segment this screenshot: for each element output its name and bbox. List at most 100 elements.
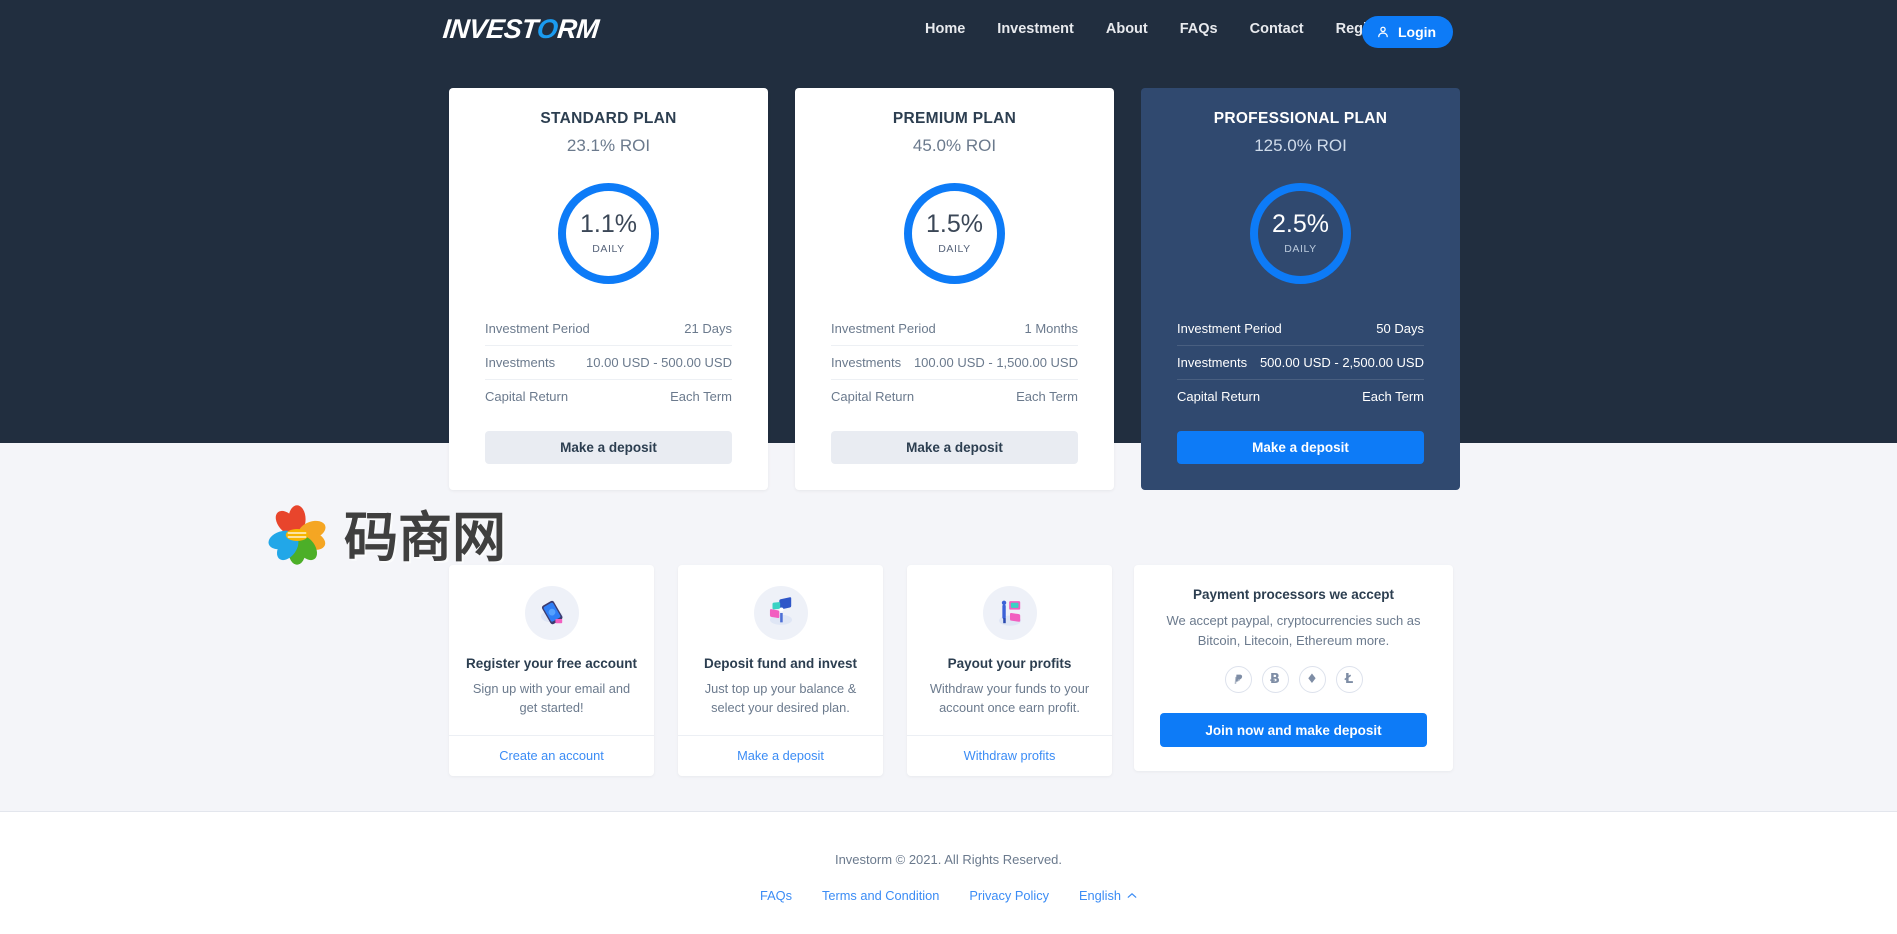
payments-card: Payment processors we accept We accept p… bbox=[1134, 565, 1453, 771]
nav-item-contact[interactable]: Contact bbox=[1250, 21, 1304, 37]
plan-detail-row: Investment Period 1 Months bbox=[831, 312, 1078, 346]
user-icon bbox=[1376, 25, 1390, 39]
gauge-label: DAILY bbox=[1284, 243, 1317, 255]
litecoin-icon[interactable]: Ł bbox=[1335, 666, 1363, 693]
plan-details: Investment Period 21 Days Investments 10… bbox=[449, 312, 768, 413]
feature-link-wrap: Make a deposit bbox=[678, 735, 883, 776]
row-label: Capital Return bbox=[1177, 389, 1261, 404]
plan-name: PREMIUM PLAN bbox=[892, 110, 1017, 127]
plan-details: Investment Period 50 Days Investments 50… bbox=[1141, 312, 1460, 413]
bitcoin-glyph: Ƀ bbox=[1270, 672, 1280, 687]
feature-card-payout: Payout your profits Withdraw your funds … bbox=[907, 565, 1112, 777]
feature-desc: Sign up with your email and get started! bbox=[472, 681, 631, 716]
footer-link-terms[interactable]: Terms and Condition bbox=[822, 888, 939, 903]
feature-title: Deposit fund and invest bbox=[703, 656, 857, 671]
nav-item-about[interactable]: About bbox=[1106, 21, 1148, 37]
row-label: Investments bbox=[485, 355, 556, 370]
plan-card-premium: PREMIUM PLAN 45.0% ROI 1.5% DAILY Invest… bbox=[795, 88, 1114, 490]
deposit-illustration-icon bbox=[753, 586, 808, 640]
login-button-label: Login bbox=[1398, 24, 1437, 40]
withdraw-profits-link[interactable]: Withdraw profits bbox=[964, 748, 1056, 763]
daily-rate-gauge: 1.1% DAILY bbox=[558, 183, 659, 284]
gauge-wrap: 1.1% DAILY bbox=[449, 183, 768, 284]
watermark-text: 码商网 bbox=[344, 505, 506, 569]
brand-text-a: INVEST bbox=[441, 14, 539, 44]
plan-details: Investment Period 1 Months Investments 1… bbox=[795, 312, 1114, 413]
litecoin-glyph: Ł bbox=[1344, 672, 1354, 687]
daily-rate-gauge: 2.5% DAILY bbox=[1250, 183, 1351, 284]
payment-icons: Ƀ ♦ Ł bbox=[1224, 666, 1363, 693]
bitcoin-icon[interactable]: Ƀ bbox=[1261, 666, 1289, 693]
page-root: INVESTORM Home Investment About FAQs Con… bbox=[0, 0, 1897, 934]
feature-title: Register your free account bbox=[465, 656, 638, 671]
brand-logo[interactable]: INVESTORM bbox=[441, 14, 600, 45]
gauge-wrap: 2.5% DAILY bbox=[1141, 183, 1460, 284]
plan-roi: 125.0% ROI bbox=[1254, 136, 1347, 155]
create-account-link[interactable]: Create an account bbox=[499, 748, 604, 763]
row-value: 21 Days bbox=[684, 321, 732, 336]
feature-desc: Just top up your balance & select your d… bbox=[704, 681, 857, 716]
login-button[interactable]: Login bbox=[1362, 16, 1454, 48]
make-deposit-button[interactable]: Make a deposit bbox=[485, 431, 732, 464]
footer-link-privacy[interactable]: Privacy Policy bbox=[969, 888, 1049, 903]
feature-card-register: Register your free account Sign up with … bbox=[449, 565, 654, 777]
row-value: 100.00 USD - 1,500.00 USD bbox=[913, 355, 1078, 370]
flower-logo-icon bbox=[264, 502, 330, 573]
row-label: Investments bbox=[1177, 355, 1248, 370]
feature-link-wrap: Withdraw profits bbox=[907, 735, 1112, 776]
plan-detail-row: Investments 100.00 USD - 1,500.00 USD bbox=[831, 346, 1078, 380]
language-selector[interactable]: English bbox=[1079, 886, 1137, 904]
plan-roi: 23.1% ROI bbox=[566, 136, 651, 155]
ethereum-icon[interactable]: ♦ bbox=[1298, 666, 1326, 693]
payments-desc: We accept paypal, cryptocurrencies such … bbox=[1166, 613, 1421, 648]
paypal-icon[interactable] bbox=[1224, 666, 1252, 693]
chevron-up-icon bbox=[1127, 886, 1137, 904]
plan-detail-row: Investments 500.00 USD - 2,500.00 USD bbox=[1177, 346, 1424, 380]
footer-link-faqs[interactable]: FAQs bbox=[760, 888, 792, 903]
row-value: 50 Days bbox=[1376, 321, 1424, 336]
row-label: Investment Period bbox=[485, 321, 590, 336]
row-value: 1 Months bbox=[1024, 321, 1078, 336]
plan-cta-wrap: Make a deposit bbox=[1141, 413, 1460, 490]
plan-cta-wrap: Make a deposit bbox=[795, 413, 1114, 490]
footer-links: FAQs Terms and Condition Privacy Policy … bbox=[760, 886, 1137, 904]
phone-illustration-icon bbox=[524, 586, 579, 640]
row-label: Investment Period bbox=[831, 321, 936, 336]
row-label: Investment Period bbox=[1177, 321, 1282, 336]
row-label: Capital Return bbox=[831, 389, 915, 404]
make-deposit-button[interactable]: Make a deposit bbox=[1177, 431, 1424, 464]
watermark: 码商网 bbox=[264, 502, 506, 573]
language-label: English bbox=[1079, 887, 1121, 903]
gauge-value: 1.1% bbox=[580, 210, 637, 238]
daily-rate-gauge: 1.5% DAILY bbox=[904, 183, 1005, 284]
feature-cards: Register your free account Sign up with … bbox=[449, 565, 1112, 777]
gauge-value: 1.5% bbox=[926, 210, 983, 238]
feature-card-deposit: Deposit fund and invest Just top up your… bbox=[678, 565, 883, 777]
payments-title: Payment processors we accept bbox=[1192, 587, 1395, 602]
nav-item-home[interactable]: Home bbox=[925, 21, 965, 37]
plan-detail-row: Investment Period 50 Days bbox=[1177, 312, 1424, 346]
plan-name: STANDARD PLAN bbox=[540, 110, 677, 127]
plan-detail-row: Capital Return Each Term bbox=[831, 380, 1078, 413]
plan-detail-row: Capital Return Each Term bbox=[1177, 380, 1424, 413]
row-value: Each Term bbox=[1016, 389, 1078, 404]
row-value: Each Term bbox=[1362, 389, 1424, 404]
plan-detail-row: Investments 10.00 USD - 500.00 USD bbox=[485, 346, 732, 380]
nav-links: Home Investment About FAQs Contact Regis… bbox=[925, 21, 1394, 37]
ethereum-glyph: ♦ bbox=[1306, 672, 1318, 687]
nav-item-faqs[interactable]: FAQs bbox=[1180, 21, 1218, 37]
join-now-button[interactable]: Join now and make deposit bbox=[1160, 713, 1427, 747]
make-deposit-button[interactable]: Make a deposit bbox=[831, 431, 1078, 464]
row-label: Investments bbox=[831, 355, 902, 370]
nav-item-investment[interactable]: Investment bbox=[997, 21, 1074, 37]
feature-title: Payout your profits bbox=[947, 656, 1072, 671]
make-deposit-link[interactable]: Make a deposit bbox=[737, 748, 824, 763]
copyright-text: Investorm © 2021. All Rights Reserved. bbox=[834, 852, 1063, 867]
gauge-wrap: 1.5% DAILY bbox=[795, 183, 1114, 284]
row-value: 500.00 USD - 2,500.00 USD bbox=[1259, 355, 1424, 370]
pricing-plans: STANDARD PLAN 23.1% ROI 1.1% DAILY Inves… bbox=[449, 88, 1460, 490]
plan-detail-row: Investment Period 21 Days bbox=[485, 312, 732, 346]
feature-link-wrap: Create an account bbox=[449, 735, 654, 776]
gauge-label: DAILY bbox=[938, 243, 971, 255]
brand-text-b: RM bbox=[556, 14, 601, 44]
